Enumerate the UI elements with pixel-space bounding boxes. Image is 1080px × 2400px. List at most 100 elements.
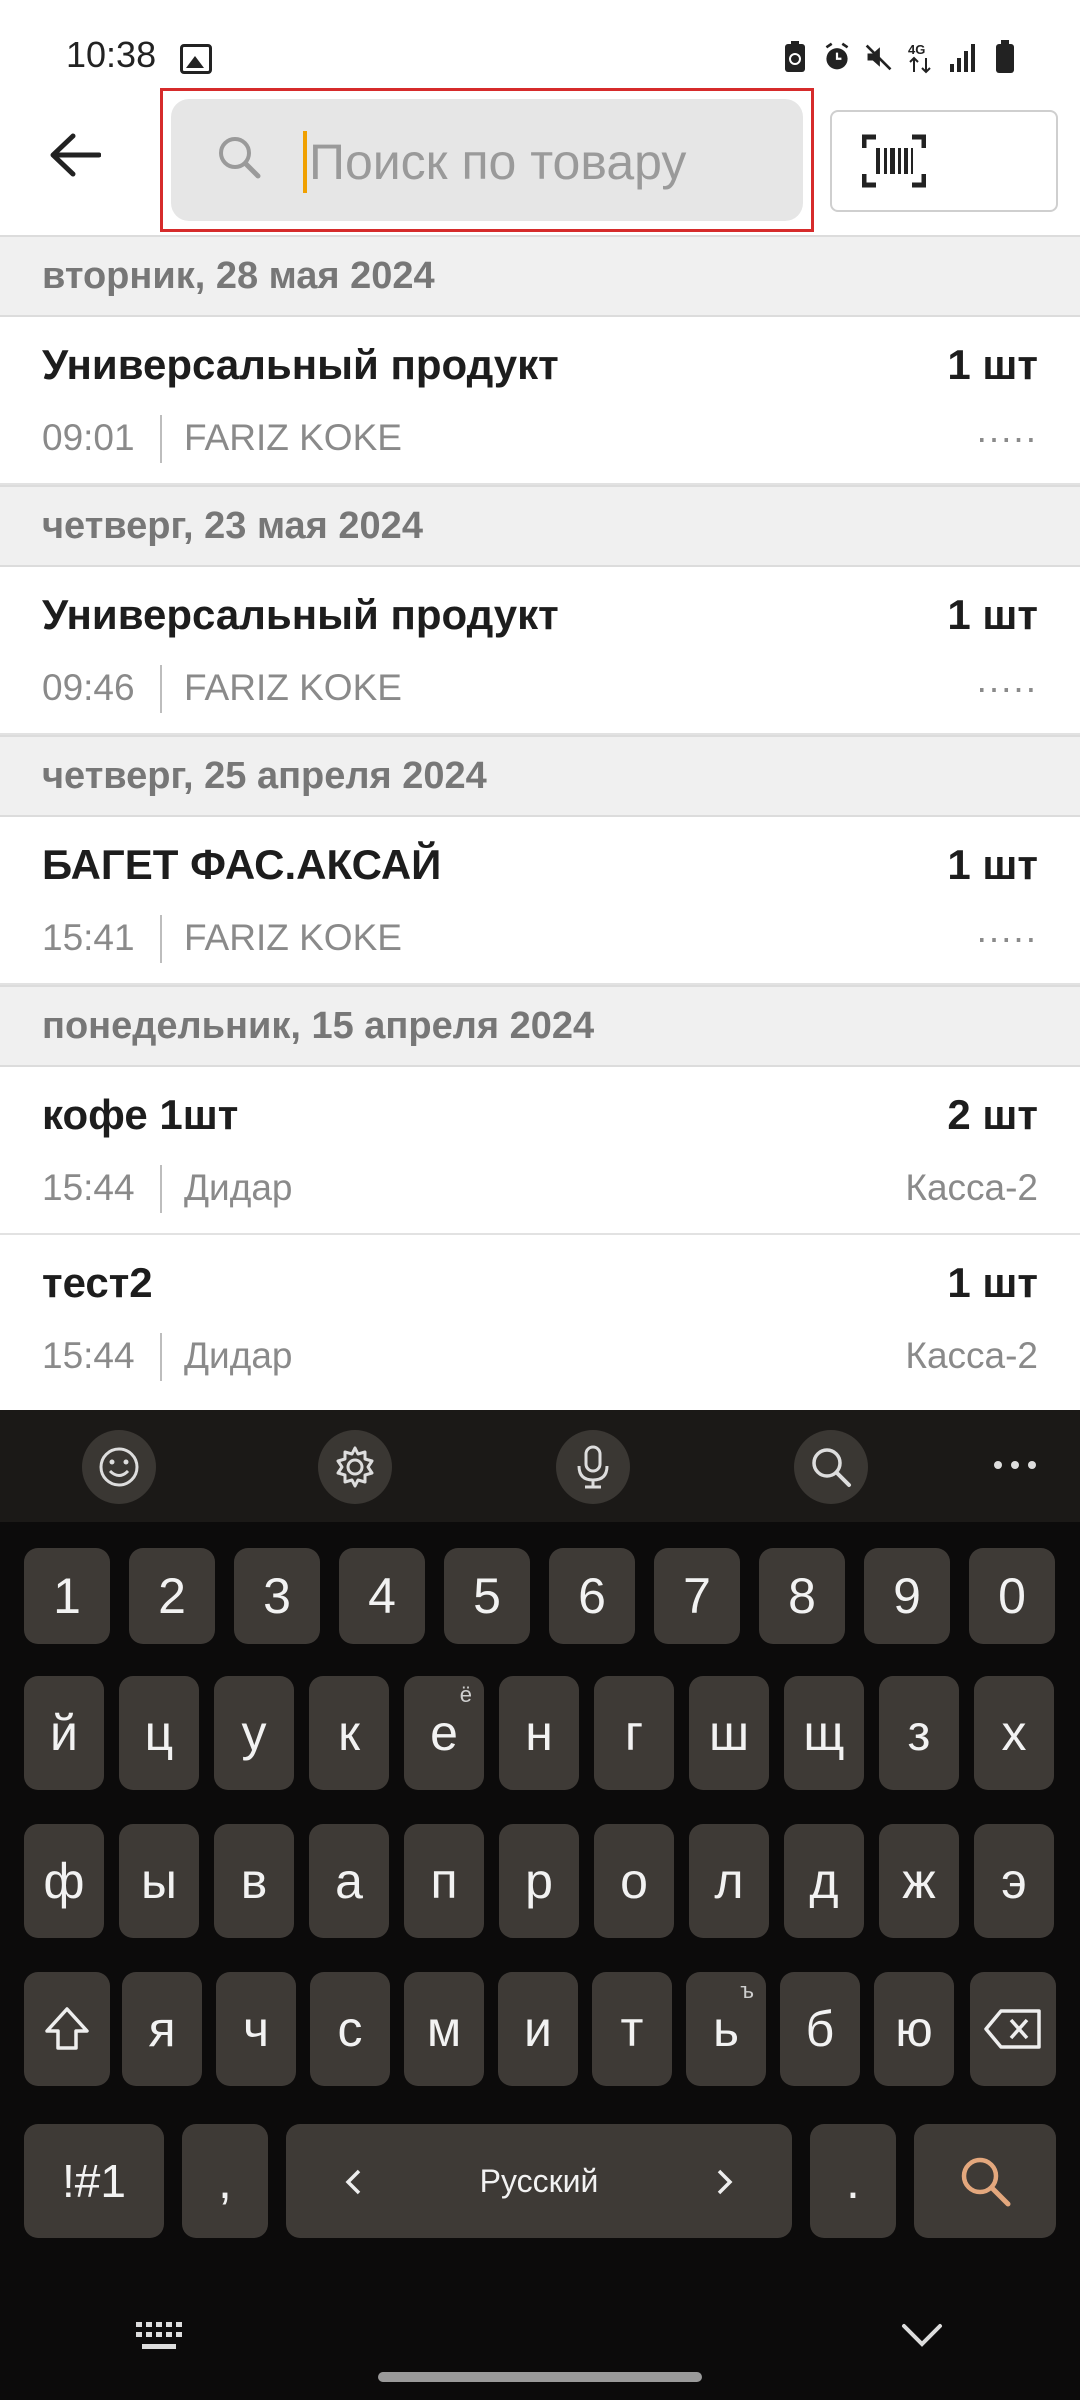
status-bar: 10:38 4G <box>0 0 1080 80</box>
voice-input-button[interactable] <box>556 1430 630 1504</box>
keyboard-switch-icon[interactable] <box>134 2320 184 2354</box>
item-time: 09:01 <box>42 417 135 458</box>
key-letter[interactable]: э <box>974 1824 1054 1938</box>
key-3[interactable]: 3 <box>234 1548 320 1644</box>
key-letter[interactable]: ч <box>216 1972 296 2086</box>
barcode-scan-button[interactable] <box>830 110 1058 212</box>
divider <box>160 915 162 963</box>
item-quantity: 1 шт <box>947 591 1038 638</box>
key-letter[interactable]: ы <box>119 1824 199 1938</box>
item-time: 15:44 <box>42 1335 135 1376</box>
key-letter-e[interactable]: её <box>404 1676 484 1790</box>
shift-key[interactable] <box>24 1972 110 2086</box>
list-item[interactable]: БАГЕТ ФАС.АКСАЙ 1 шт 15:41 FARIZ KOKE ..… <box>0 817 1080 985</box>
key-letter[interactable]: ф <box>24 1824 104 1938</box>
search-input[interactable] <box>309 119 769 205</box>
key-letter[interactable]: и <box>498 1972 578 2086</box>
signal-icon <box>950 44 975 72</box>
comma-key[interactable]: , <box>182 2124 268 2238</box>
text-cursor <box>303 131 307 193</box>
key-letter[interactable]: к <box>309 1676 389 1790</box>
item-time: 15:44 <box>42 1167 135 1208</box>
search-icon <box>961 2157 1011 2207</box>
key-letter[interactable]: в <box>214 1824 294 1938</box>
more-options-button[interactable] <box>990 1450 1040 1480</box>
space-bar[interactable]: Русский <box>286 2124 792 2238</box>
key-letter[interactable]: а <box>309 1824 389 1938</box>
chevron-left-icon <box>345 2169 361 2195</box>
key-letter[interactable]: д <box>784 1824 864 1938</box>
key-letter[interactable]: б <box>780 1972 860 2086</box>
item-register: ..... <box>976 409 1038 450</box>
arrow-left-icon <box>50 133 101 177</box>
settings-button[interactable] <box>318 1430 392 1504</box>
key-letter[interactable]: ю <box>874 1972 954 2086</box>
key-letter[interactable]: н <box>499 1676 579 1790</box>
key-letter[interactable]: ж <box>879 1824 959 1938</box>
key-letter[interactable]: я <box>122 1972 202 2086</box>
emoji-button[interactable] <box>82 1430 156 1504</box>
symbols-key[interactable]: !#1 <box>24 2124 164 2238</box>
history-list: вторник, 28 мая 2024 Универсальный проду… <box>0 235 1080 1403</box>
divider <box>160 1165 162 1213</box>
key-7[interactable]: 7 <box>654 1548 740 1644</box>
key-2[interactable]: 2 <box>129 1548 215 1644</box>
key-0[interactable]: 0 <box>969 1548 1055 1644</box>
item-register: Касса-2 <box>905 1335 1038 1376</box>
list-item[interactable]: кофе 1шт 2 шт 15:44 Дидар Касса-2 <box>0 1067 1080 1235</box>
chevron-right-icon <box>717 2169 733 2195</box>
key-1[interactable]: 1 <box>24 1548 110 1644</box>
item-name: кофе 1шт <box>42 1091 239 1138</box>
search-icon <box>219 137 261 179</box>
list-item[interactable]: Универсальный продукт 1 шт 09:46 FARIZ K… <box>0 567 1080 735</box>
list-item[interactable]: тест2 1 шт 15:44 Дидар Касса-2 <box>0 1235 1080 1403</box>
date-header: вторник, 28 мая 2024 <box>0 235 1080 317</box>
key-letter[interactable]: ш <box>689 1676 769 1790</box>
key-letter[interactable]: т <box>592 1972 672 2086</box>
key-letter-soft-sign[interactable]: ьъ <box>686 1972 766 2086</box>
key-letter[interactable]: з <box>879 1676 959 1790</box>
search-action-key[interactable] <box>914 2124 1056 2238</box>
keyboard: 1 2 3 4 5 6 7 8 9 0 й ц у к её н г ш щ з… <box>0 1410 1080 2400</box>
key-letter[interactable]: о <box>594 1824 674 1938</box>
backspace-key[interactable] <box>970 1972 1056 2086</box>
more-horizontal-icon <box>994 1461 1036 1469</box>
item-time: 09:46 <box>42 667 135 708</box>
key-letter[interactable]: п <box>404 1824 484 1938</box>
key-9[interactable]: 9 <box>864 1548 950 1644</box>
key-letter[interactable]: щ <box>784 1676 864 1790</box>
key-8[interactable]: 8 <box>759 1548 845 1644</box>
item-user: FARIZ KOKE <box>184 667 402 708</box>
key-letter[interactable]: г <box>594 1676 674 1790</box>
key-letter[interactable]: х <box>974 1676 1054 1790</box>
key-letter[interactable]: ц <box>119 1676 199 1790</box>
status-icons: 4G <box>780 40 1020 74</box>
divider <box>160 415 162 463</box>
key-6[interactable]: 6 <box>549 1548 635 1644</box>
key-4[interactable]: 4 <box>339 1548 425 1644</box>
key-letter[interactable]: л <box>689 1824 769 1938</box>
item-quantity: 2 шт <box>947 1091 1038 1138</box>
key-letter[interactable]: р <box>499 1824 579 1938</box>
key-5[interactable]: 5 <box>444 1548 530 1644</box>
list-item[interactable]: Универсальный продукт 1 шт 09:01 FARIZ K… <box>0 317 1080 485</box>
key-letter[interactable]: м <box>404 1972 484 2086</box>
item-quantity: 1 шт <box>947 341 1038 388</box>
keyboard-search-button[interactable] <box>794 1430 868 1504</box>
date-header: понедельник, 15 апреля 2024 <box>0 985 1080 1067</box>
back-button[interactable] <box>40 120 110 190</box>
shift-icon <box>45 2007 89 2050</box>
period-key[interactable]: . <box>810 2124 896 2238</box>
item-user: FARIZ KOKE <box>184 417 402 458</box>
home-indicator[interactable] <box>378 2372 702 2382</box>
item-quantity: 1 шт <box>947 841 1038 888</box>
item-name: БАГЕТ ФАС.АКСАЙ <box>42 841 442 888</box>
microphone-icon <box>577 1445 609 1489</box>
search-box[interactable] <box>171 99 803 221</box>
date-header: четверг, 23 мая 2024 <box>0 485 1080 567</box>
status-time: 10:38 <box>66 34 157 75</box>
hide-keyboard-icon[interactable] <box>900 2322 944 2350</box>
key-letter[interactable]: у <box>214 1676 294 1790</box>
key-letter[interactable]: с <box>310 1972 390 2086</box>
key-letter[interactable]: й <box>24 1676 104 1790</box>
